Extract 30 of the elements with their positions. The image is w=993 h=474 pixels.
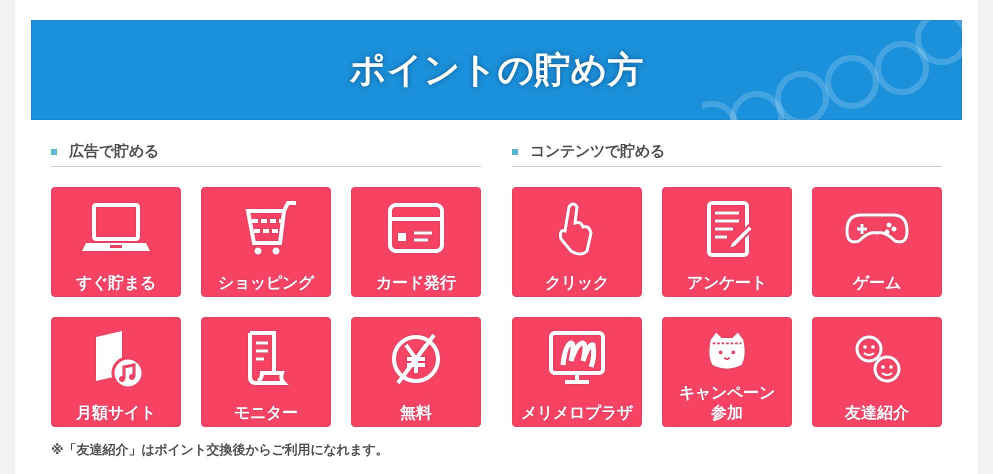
tile-label: すぐ貯まる <box>76 273 156 293</box>
footnote: ※「友達紹介」はポイント交換後からご利用になれます。 <box>51 442 390 459</box>
category-tile[interactable]: カード発行 <box>351 187 481 297</box>
tile-label: キャンペーン参加 <box>678 383 776 423</box>
tile-label: カード発行 <box>376 273 456 293</box>
bullet-icon <box>51 148 57 154</box>
category-tile[interactable]: すぐ貯まる <box>51 187 181 297</box>
tile-label: モニター <box>234 403 298 423</box>
tile-label: クリック <box>545 273 609 293</box>
category-tile[interactable]: 月額サイト <box>51 317 181 427</box>
category-tile[interactable]: ゲーム <box>812 187 942 297</box>
tile-label: 友達紹介 <box>845 403 909 423</box>
banner-title: ポイントの貯め方 <box>350 48 644 92</box>
category-tile[interactable]: 友達紹介 <box>812 317 942 427</box>
section-title: 広告で貯める <box>69 142 159 161</box>
category-tile[interactable]: モニター <box>201 317 331 427</box>
tile-label: メリメロプラザ <box>521 403 633 423</box>
bullet-icon <box>512 148 518 154</box>
tile-label: 月額サイト <box>76 403 156 423</box>
category-tile[interactable]: キャンペーン参加 <box>662 317 792 427</box>
tile-label: 無料 <box>400 403 432 423</box>
category-tile[interactable]: ショッピング <box>201 187 331 297</box>
category-tile[interactable]: アンケート <box>662 187 792 297</box>
category-tile[interactable]: メリメロプラザ <box>512 317 642 427</box>
tile-label: アンケート <box>687 273 767 293</box>
tile-label: ショッピング <box>218 273 314 293</box>
category-tile[interactable]: クリック <box>512 187 642 297</box>
section-title: コンテンツで貯める <box>530 142 665 161</box>
tile-label: ゲーム <box>853 273 901 293</box>
category-tile[interactable]: 無料 <box>351 317 481 427</box>
